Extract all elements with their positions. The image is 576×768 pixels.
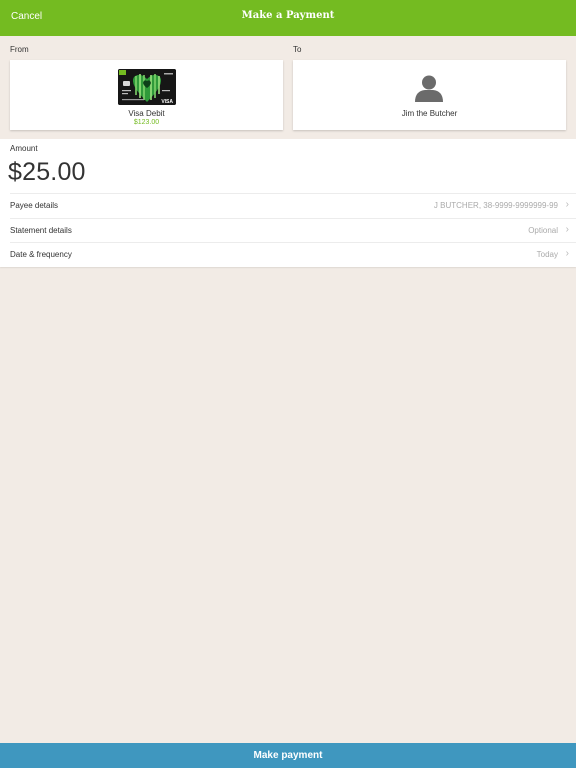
from-account-balance: $123.00 xyxy=(133,119,160,126)
to-payee-name: Jim the Butcher xyxy=(401,109,458,118)
chevron-right-icon: › xyxy=(565,224,569,235)
card-image-icon: VISA xyxy=(118,69,176,105)
chevron-right-icon: › xyxy=(565,199,569,210)
amount-label: Amount xyxy=(10,144,38,153)
person-icon xyxy=(414,73,444,103)
statement-details-value: Optional xyxy=(528,226,558,235)
to-payee-tile[interactable]: Jim the Butcher xyxy=(293,60,566,130)
amount-value[interactable]: $25.00 xyxy=(8,158,86,187)
payee-details-label: Payee details xyxy=(10,201,59,210)
date-frequency-value: Today xyxy=(536,250,558,259)
from-account-name: Visa Debit xyxy=(128,109,165,118)
top-bar: Cancel Make a Payment xyxy=(0,0,576,36)
chevron-right-icon: › xyxy=(565,248,569,259)
date-frequency-label: Date & frequency xyxy=(10,250,72,259)
card-brand-text: VISA xyxy=(161,99,173,105)
date-frequency-row[interactable]: Date & frequency Today › xyxy=(0,242,576,267)
payee-details-value: J BUTCHER, 38-9999-9999999-99 xyxy=(433,201,558,210)
statement-details-row[interactable]: Statement details Optional › xyxy=(0,218,576,243)
page-title: Make a Payment xyxy=(241,10,335,21)
statement-details-label: Statement details xyxy=(10,226,72,235)
payee-details-row[interactable]: Payee details J BUTCHER, 38-9999-9999999… xyxy=(0,193,576,218)
to-label: To xyxy=(293,45,302,54)
from-label: From xyxy=(10,45,29,54)
details-list: Payee details J BUTCHER, 38-9999-9999999… xyxy=(0,193,576,267)
amount-section[interactable]: Amount $25.00 xyxy=(0,139,576,193)
from-account-tile[interactable]: VISA Visa Debit $123.00 xyxy=(10,60,283,130)
make-payment-button[interactable]: Make payment xyxy=(0,743,576,768)
